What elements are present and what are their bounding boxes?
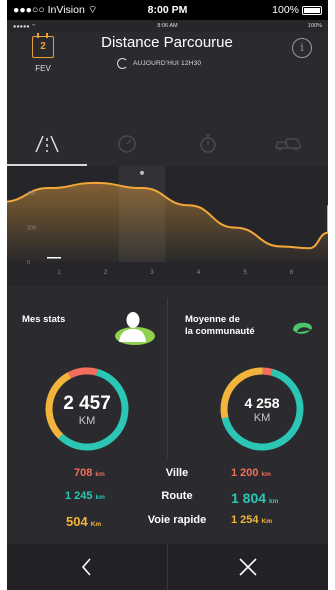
voie-rapide-label: Voie rapide	[147, 514, 207, 526]
community-total-unit: KM	[253, 412, 271, 424]
user-avatar-icon[interactable]	[110, 308, 156, 348]
chevron-left-icon	[81, 558, 91, 576]
baseline-marker	[47, 257, 61, 259]
calendar-month: FEV	[35, 64, 51, 73]
calendar-day: 2	[40, 41, 46, 52]
inner-clock: 8:06 AM	[157, 23, 178, 29]
x-tick-label: 5	[243, 270, 247, 276]
my-total-unit: KM	[78, 415, 96, 427]
last-sync: AUJOURD'HUI 12H30	[117, 58, 201, 69]
my-ville-value: 708 km	[74, 467, 105, 479]
community-label-line1: Moyenne de	[185, 314, 240, 325]
sync-icon[interactable]	[117, 58, 128, 69]
community-ville-value: 1 200 km	[231, 467, 271, 479]
close-button[interactable]	[167, 544, 328, 590]
community-label-line2: la communauté	[185, 326, 255, 337]
battery-icon	[302, 5, 322, 15]
chart-area	[7, 182, 328, 262]
close-icon	[239, 558, 257, 576]
y-tick-label: 0	[27, 260, 30, 266]
last-sync-label: AUJOURD'HUI 12H30	[133, 60, 202, 67]
x-tick-label: 1	[57, 270, 61, 276]
my-total-distance: 2 457	[63, 393, 111, 414]
tab-speed[interactable]	[87, 120, 167, 166]
stats-panel: Mes stats Moyenne de la communauté 2 457…	[7, 286, 328, 544]
clock: 8:00 PM	[147, 4, 188, 16]
back-button[interactable]	[7, 544, 167, 590]
community-icon[interactable]	[290, 320, 314, 336]
community-total-distance: 4 258	[244, 395, 280, 411]
distance-chart-svg: 40020001234567	[7, 166, 328, 276]
y-tick-label: 400	[27, 191, 36, 197]
device-status-bar: ●●●○○ InVision ⌔ 8:00 PM 100%	[7, 0, 328, 20]
traffic-cars-icon	[274, 138, 301, 151]
chart-marker	[140, 170, 144, 175]
phone-screen: ●●●○○ InVision ⌔ 8:00 PM 100% ●●●●● ⌔ 8:…	[7, 0, 328, 590]
tab-duration[interactable]	[168, 120, 248, 166]
app-status-bar: ●●●●● ⌔ 8:06 AM 100%	[7, 20, 328, 32]
my-voie-rapide-value: 504 Km	[66, 514, 102, 529]
stats-divider	[167, 298, 168, 458]
calendar-icon[interactable]: 2	[32, 33, 54, 58]
stat-row-route: 1 245 km Route 1 804 km	[7, 490, 328, 510]
y-tick-label: 200	[27, 226, 36, 232]
x-tick-label: 2	[104, 270, 108, 276]
community-route-value: 1 804 km	[231, 490, 279, 506]
road-icon	[35, 135, 59, 153]
my-distance-ring: 2 457 KM	[43, 365, 131, 453]
tab-bar	[7, 120, 328, 166]
my-stats-label: Mes stats	[22, 314, 66, 325]
stopwatch-icon	[199, 134, 216, 153]
bottom-bar	[7, 544, 328, 590]
route-label: Route	[161, 490, 193, 502]
x-tick-label: 3	[150, 270, 154, 276]
tab-traffic[interactable]	[248, 120, 328, 166]
ville-label: Ville	[165, 467, 189, 479]
info-icon[interactable]: i	[292, 38, 312, 58]
stat-row-ville: 708 km Ville 1 200 km	[7, 467, 328, 487]
community-label: Moyenne de la communauté	[185, 314, 255, 338]
community-distance-ring: 4 258 KM	[218, 365, 306, 453]
tab-distance[interactable]	[7, 120, 88, 166]
x-tick-label: 4	[197, 270, 201, 276]
my-route-value: 1 245 km	[65, 490, 105, 502]
x-tick-label: 6	[290, 270, 294, 276]
distance-chart[interactable]: 40020001234567	[7, 166, 328, 286]
stat-row-voie-rapide: 504 Km Voie rapide 1 254 Km	[7, 514, 328, 534]
speedometer-icon	[118, 135, 137, 153]
community-voie-rapide-value: 1 254 Km	[231, 514, 273, 526]
page-title: Distance Parcourue	[101, 34, 233, 51]
